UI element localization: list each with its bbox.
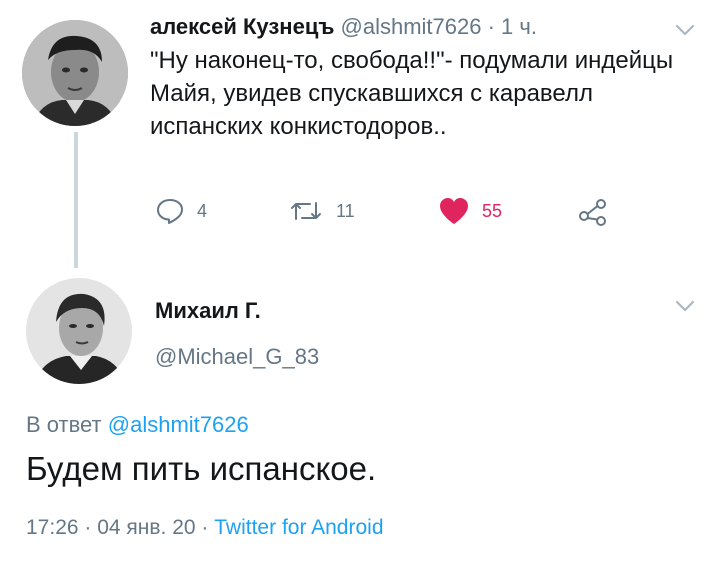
tweet-date[interactable]: 04 янв. 20 — [97, 516, 195, 539]
avatar[interactable] — [22, 20, 128, 126]
author-handle[interactable]: @alshmit7626 — [341, 14, 482, 39]
separator: · — [78, 516, 98, 539]
tweet-time[interactable]: 1 ч. — [501, 14, 537, 39]
chevron-down-icon[interactable] — [673, 20, 697, 40]
like-count: 55 — [482, 200, 503, 221]
share-icon — [578, 196, 608, 226]
tweet-text: Будем пить испанское. — [26, 450, 377, 487]
like-button[interactable]: 55 — [438, 194, 502, 228]
chevron-down-icon[interactable] — [673, 296, 697, 316]
reply-mention-link[interactable]: @alshmit7626 — [108, 412, 249, 437]
separator: · — [195, 516, 215, 539]
author-name[interactable]: Михаил Г. — [155, 298, 261, 324]
retweet-icon — [288, 197, 324, 225]
retweet-count: 11 — [336, 200, 355, 221]
reply-count: 4 — [197, 200, 208, 221]
heart-icon — [438, 197, 470, 225]
author-handle[interactable]: @Michael_G_83 — [155, 344, 319, 370]
reply-button[interactable]: 4 — [155, 194, 207, 228]
reply-prefix: В ответ — [26, 412, 108, 437]
author-name[interactable]: алексей Кузнецъ — [150, 14, 334, 39]
avatar[interactable] — [26, 278, 132, 384]
retweet-button[interactable]: 11 — [288, 194, 355, 228]
share-button[interactable] — [578, 194, 608, 228]
tweet-header: алексей Кузнецъ @alshmit7626 · 1 ч. — [150, 14, 537, 40]
tweet-text: "Ну наконец-то, свобода!!"- подумали инд… — [150, 47, 674, 140]
thread-line — [74, 132, 78, 268]
separator: · — [481, 14, 502, 39]
reply-context: В ответ @alshmit7626 — [26, 412, 249, 438]
tweet-time[interactable]: 17:26 — [26, 516, 79, 539]
reply-icon — [155, 197, 185, 225]
tweet-meta: 17:26 · 04 янв. 20 · Twitter for Android — [26, 516, 384, 540]
tweet-source-link[interactable]: Twitter for Android — [214, 516, 383, 539]
